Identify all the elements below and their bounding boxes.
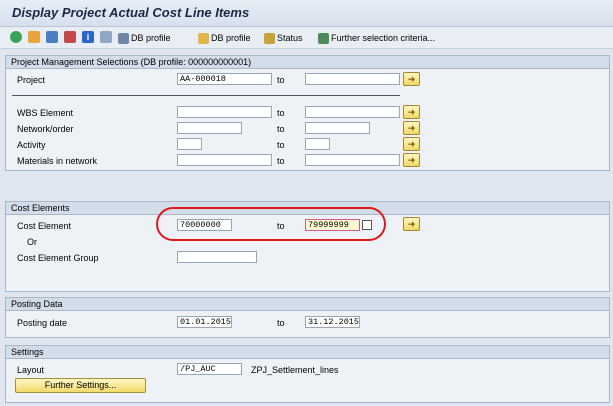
project-to-label: to: [277, 75, 285, 85]
activity-to-label: to: [277, 140, 285, 150]
status-button[interactable]: Status: [264, 31, 303, 45]
db-profile-edit-button[interactable]: DB profile: [118, 31, 171, 45]
title-bar: Display Project Actual Cost Line Items: [0, 0, 613, 27]
page-title: Display Project Actual Cost Line Items: [12, 5, 250, 20]
further-selection-button[interactable]: Further selection criteria...: [318, 31, 435, 45]
activity-from-field[interactable]: [177, 138, 202, 150]
db-profile-label: DB profile: [211, 33, 251, 43]
layout-field[interactable]: /PJ_AUC: [177, 363, 242, 375]
db-profile-edit-label: DB profile: [131, 33, 171, 43]
activity-label: Activity: [17, 140, 46, 150]
wbs-element-to-field[interactable]: [305, 106, 400, 118]
posting-data-header: Posting Data: [6, 298, 609, 311]
copy-icon[interactable]: [100, 31, 112, 43]
activity-multiple-selection-button[interactable]: ➜: [403, 137, 420, 151]
db-profile-icon: [198, 32, 209, 44]
separator-line: [12, 95, 400, 96]
get-variant-icon[interactable]: [28, 31, 40, 43]
network-order-from-field[interactable]: [177, 122, 242, 134]
further-selection-label: Further selection criteria...: [331, 33, 436, 43]
materials-to-label: to: [277, 156, 285, 166]
posting-date-to-label: to: [277, 318, 285, 328]
posting-date-to-field[interactable]: 31.12.2015: [305, 316, 360, 328]
layout-description: ZPJ_Settlement_lines: [251, 365, 339, 375]
pm-selections-header: Project Management Selections (DB profil…: [6, 56, 609, 69]
status-label: Status: [277, 33, 303, 43]
highlight-annotation: [156, 207, 386, 241]
info-icon[interactable]: i: [82, 31, 94, 43]
wbs-element-label: WBS Element: [17, 108, 74, 118]
materials-multiple-selection-button[interactable]: ➜: [403, 153, 420, 167]
materials-to-field[interactable]: [305, 154, 400, 166]
project-multiple-selection-button[interactable]: ➜: [403, 72, 420, 86]
further-settings-button[interactable]: Further Settings...: [15, 378, 146, 393]
application-toolbar: i DB profile DB profile Status Further s…: [0, 27, 613, 49]
activity-to-field[interactable]: [305, 138, 330, 150]
execute-icon[interactable]: [10, 31, 22, 43]
project-to-field[interactable]: [305, 73, 400, 85]
selection-options-icon[interactable]: [46, 31, 58, 43]
or-label: Or: [27, 237, 37, 247]
posting-date-label: Posting date: [17, 318, 68, 328]
network-order-label: Network/order: [17, 124, 74, 134]
network-order-to-field[interactable]: [305, 122, 370, 134]
cost-element-group-field[interactable]: [177, 251, 257, 263]
network-multiple-selection-button[interactable]: ➜: [403, 121, 420, 135]
wbs-to-label: to: [277, 108, 285, 118]
project-label: Project: [17, 75, 46, 85]
status-icon: [264, 32, 275, 44]
layout-label: Layout: [17, 365, 45, 375]
cost-element-label: Cost Element: [17, 221, 72, 231]
settings-header: Settings: [6, 346, 609, 359]
wbs-element-from-field[interactable]: [177, 106, 272, 118]
project-from-field[interactable]: AA-000018: [177, 73, 272, 85]
dynamic-selections-icon[interactable]: [64, 31, 76, 43]
cost-element-group-label: Cost Element Group: [17, 253, 99, 263]
pencil-icon: [118, 32, 129, 44]
network-to-label: to: [277, 124, 285, 134]
posting-date-from-field[interactable]: 01.01.2015: [177, 316, 232, 328]
materials-from-field[interactable]: [177, 154, 272, 166]
wbs-multiple-selection-button[interactable]: ➜: [403, 105, 420, 119]
cost-element-multiple-selection-button[interactable]: ➜: [403, 217, 420, 231]
db-profile-button[interactable]: DB profile: [198, 31, 251, 45]
materials-in-network-label: Materials in network: [17, 156, 98, 166]
selection-criteria-icon: [318, 32, 329, 44]
